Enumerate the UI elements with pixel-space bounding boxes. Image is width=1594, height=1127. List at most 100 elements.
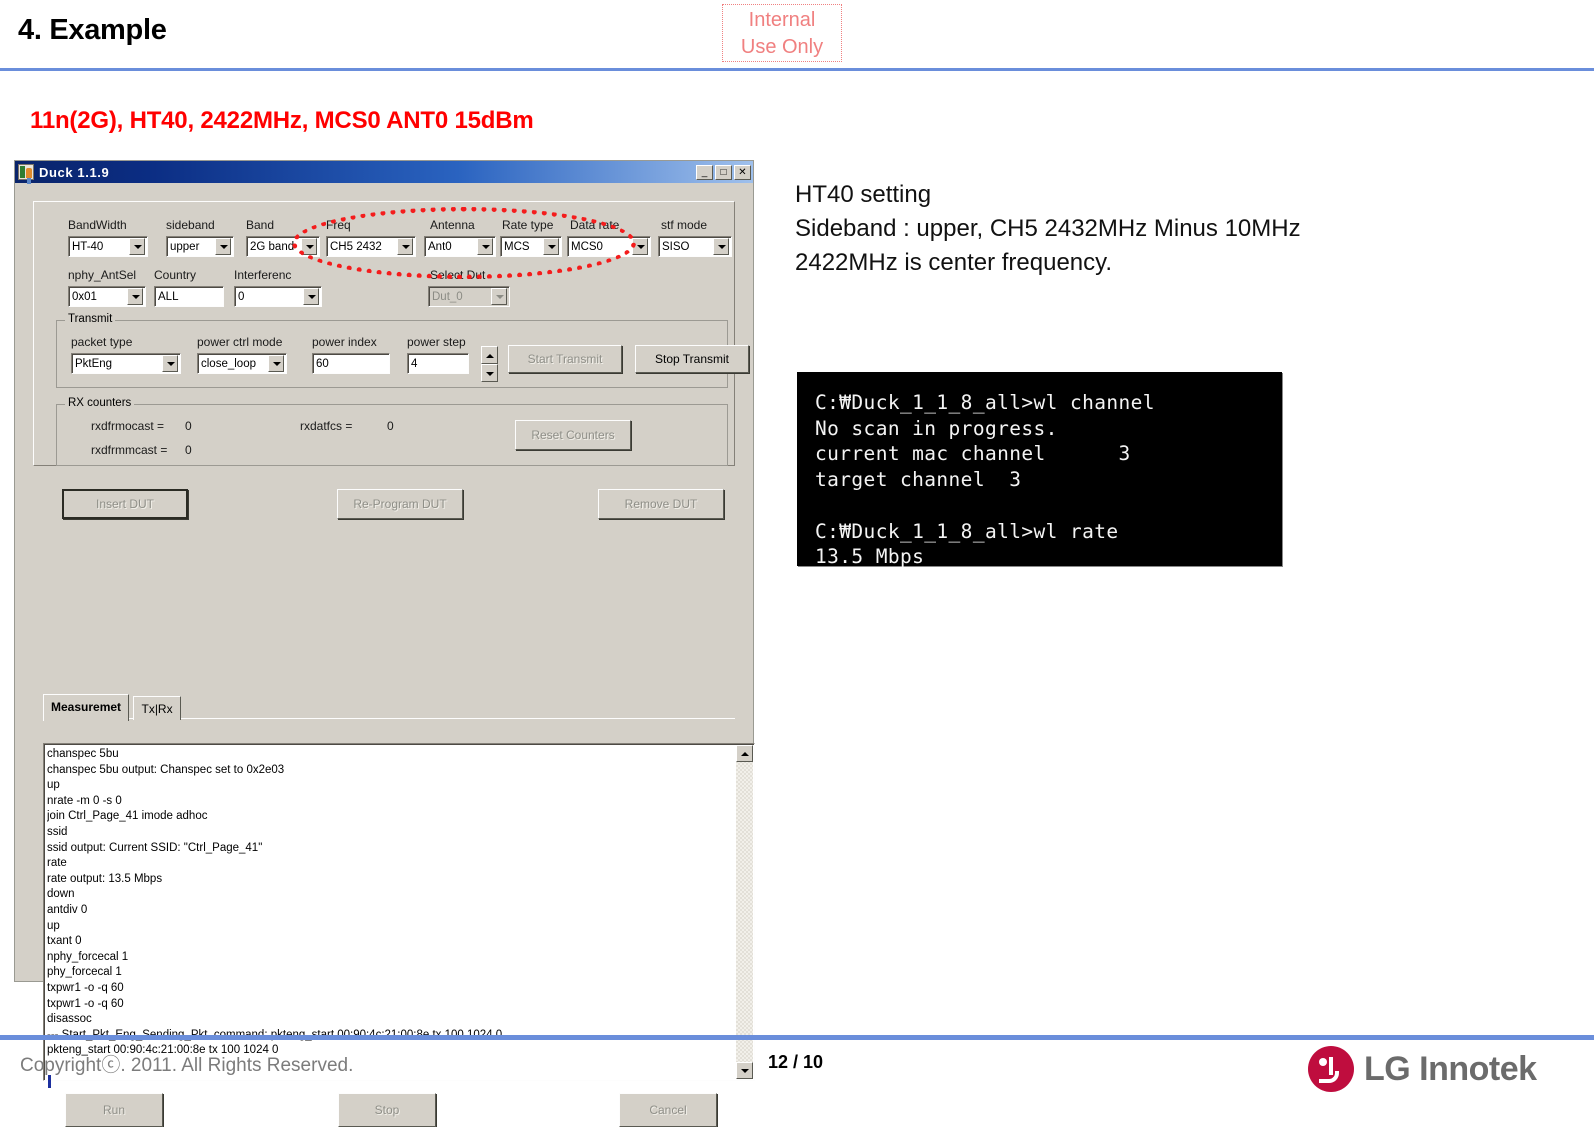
window-titlebar: Duck 1.1.9 _ □ ✕ [15, 161, 753, 183]
minimize-icon: _ [701, 166, 708, 178]
stf-mode-value: SISO [662, 240, 690, 253]
select-dut-combo[interactable]: Dut_0 [428, 286, 510, 307]
chevron-down-icon[interactable] [129, 238, 145, 255]
log-line: txpwr1 -o -q 60 [47, 981, 124, 994]
interferenc-combo[interactable]: 0 [234, 286, 322, 307]
antenna-combo[interactable]: Ant0 [424, 236, 496, 257]
log-line: nphy_forcecal 1 [47, 950, 129, 963]
log-output-area[interactable]: chanspec 5bu chanspec 5bu output: Chansp… [43, 743, 755, 1088]
label-country: Country [154, 268, 197, 282]
notes-block: HT40 setting Sideband : upper, CH5 2432M… [795, 178, 1475, 280]
transmit-group-label: Transmit [65, 313, 116, 325]
label-freq: Freq [326, 218, 351, 232]
nphy-antsel-combo[interactable]: 0x01 [68, 286, 146, 307]
log-line: ssid output: Current SSID: "Ctrl_Page_41… [47, 841, 263, 854]
power-index-value: 60 [316, 357, 329, 370]
label-bandwidth: BandWidth [68, 218, 127, 232]
close-button[interactable]: ✕ [734, 164, 751, 180]
lg-innotek-logo: LG Innotek [1308, 1046, 1537, 1092]
power-step-input[interactable]: 4 [407, 353, 469, 374]
log-line: up [47, 779, 60, 792]
scroll-up-icon[interactable] [736, 745, 753, 762]
rxdfrmmcast-label: rxdfrmmcast = [91, 443, 168, 457]
freq-combo[interactable]: CH5 2432 [326, 236, 416, 257]
reset-counters-button[interactable]: Reset Counters [515, 420, 631, 450]
label-stf-mode: stf mode [661, 218, 708, 232]
chevron-down-icon[interactable] [303, 288, 319, 305]
scroll-down-icon[interactable] [736, 1062, 753, 1079]
label-select-dut: Select Dut [430, 268, 486, 282]
maximize-button[interactable]: □ [715, 164, 732, 180]
console-line: current mac channel 3 [815, 442, 1131, 466]
notes-line-2: Sideband : upper, CH5 2432MHz Minus 10MH… [795, 215, 1301, 243]
sideband-combo[interactable]: upper [166, 236, 234, 257]
nphy-antsel-value: 0x01 [72, 290, 97, 303]
rxdatfcs-label: rxdatfcs = [300, 419, 353, 433]
settings-panel: BandWidth sideband Band Freq Antenna Rat… [33, 201, 749, 466]
window-title: Duck 1.1.9 [39, 164, 110, 180]
page-number: 12 / 10 [768, 1052, 824, 1072]
band-combo[interactable]: 2G band [246, 236, 320, 257]
log-line: rate [47, 857, 67, 870]
data-rate-value: MCS0 [571, 240, 603, 253]
log-line: antdiv 0 [47, 903, 88, 916]
stop-transmit-button[interactable]: Stop Transmit [635, 345, 749, 373]
minimize-button[interactable]: _ [696, 164, 713, 180]
rate-type-combo[interactable]: MCS [500, 236, 562, 257]
stamp-line-1: Internal [748, 9, 816, 31]
run-button[interactable]: Run [65, 1093, 163, 1127]
stepper-down-icon[interactable] [481, 364, 498, 382]
chevron-down-icon[interactable] [301, 238, 317, 255]
notes-line-3: 2422MHz is center frequency. [795, 249, 1113, 277]
stf-mode-combo[interactable]: SISO [658, 236, 732, 257]
rxdfrmmcast-value: 0 [185, 443, 192, 457]
power-step-stepper[interactable] [481, 346, 498, 382]
start-transmit-button[interactable]: Start Transmit [508, 345, 622, 373]
chevron-down-icon[interactable] [543, 238, 559, 255]
console-line: target channel 3 [815, 468, 1022, 492]
rxdfrmocast-value: 0 [185, 419, 192, 433]
insert-dut-button[interactable]: Insert DUT [62, 489, 188, 519]
power-index-input[interactable]: 60 [312, 353, 390, 374]
label-interferenc: Interferenc [234, 268, 292, 282]
notes-line-1: HT40 setting [795, 181, 932, 208]
app-icon [18, 164, 34, 180]
log-line: rate output: 13.5 Mbps [47, 872, 163, 885]
remove-dut-button[interactable]: Remove DUT [598, 489, 724, 519]
tab-txrx[interactable]: Tx|Rx [133, 696, 181, 720]
rx-counters-group: RX counters rxdfrmocast = 0 rxdatfcs = 0… [56, 397, 728, 466]
chevron-down-icon[interactable] [215, 238, 231, 255]
power-ctrl-mode-combo[interactable]: close_loop [197, 353, 287, 374]
chevron-down-icon[interactable] [632, 238, 648, 255]
chevron-down-icon[interactable] [477, 238, 493, 255]
select-dut-value: Dut_0 [432, 290, 463, 303]
stop-button[interactable]: Stop [338, 1093, 436, 1127]
page-title: 4. Example [18, 14, 167, 46]
stepper-up-icon[interactable] [481, 346, 498, 364]
bandwidth-combo[interactable]: HT-40 [68, 236, 148, 257]
label-packet-type: packet type [71, 335, 133, 349]
log-scrollbar[interactable] [736, 745, 753, 1079]
data-rate-combo[interactable]: MCS0 [567, 236, 651, 257]
label-band: Band [246, 218, 275, 232]
label-power-ctrl-mode: power ctrl mode [197, 335, 283, 349]
log-line: txpwr1 -o -q 60 [47, 997, 124, 1010]
chevron-down-icon[interactable] [127, 288, 143, 305]
reprogram-dut-button[interactable]: Re-Program DUT [337, 489, 463, 519]
chevron-down-icon[interactable] [397, 238, 413, 255]
cancel-button[interactable]: Cancel [619, 1093, 717, 1127]
chevron-down-icon[interactable] [491, 288, 507, 305]
chevron-down-icon[interactable] [268, 355, 284, 372]
chevron-down-icon[interactable] [162, 355, 178, 372]
power-ctrl-mode-value: close_loop [201, 357, 256, 370]
transmit-group: Transmit packet type power ctrl mode pow… [56, 313, 749, 388]
packet-type-combo[interactable]: PktEng [71, 353, 181, 374]
tabstrip: Measuremet Tx|Rx [43, 693, 181, 721]
country-input[interactable]: ALL [154, 286, 224, 307]
log-line: down [47, 888, 75, 901]
rate-type-value: MCS [504, 240, 530, 253]
tab-measuremet[interactable]: Measuremet [43, 694, 130, 721]
log-line: txant 0 [47, 935, 82, 948]
chevron-down-icon[interactable] [713, 238, 729, 255]
